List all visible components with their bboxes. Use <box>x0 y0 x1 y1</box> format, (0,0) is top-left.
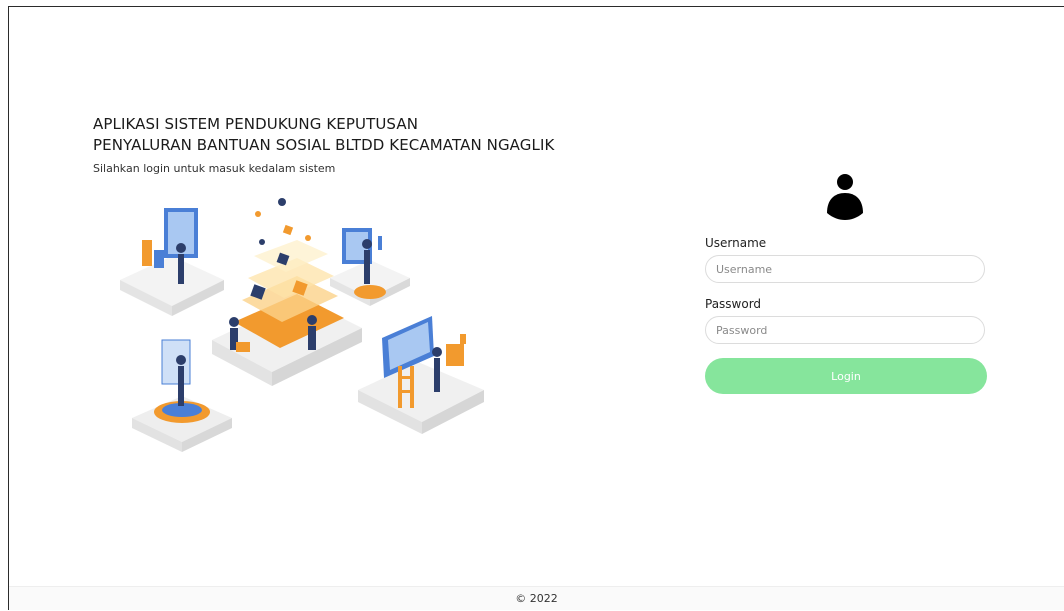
copyright-text: © 2022 <box>515 592 558 605</box>
platform-left <box>120 208 224 316</box>
password-group: Password <box>705 297 987 344</box>
login-form: Username Password Login <box>705 236 987 394</box>
page-title-line1: APLIKASI SISTEM PENDUKUNG KEPUTUSAN <box>93 115 419 133</box>
user-avatar-icon <box>816 166 874 224</box>
platform-right <box>358 316 484 434</box>
footer: © 2022 <box>9 586 1064 610</box>
page-title: APLIKASI SISTEM PENDUKUNG KEPUTUSAN PENY… <box>93 114 554 156</box>
platform-bottom-left <box>132 339 232 452</box>
page-subtitle: Silahkan login untuk masuk kedalam siste… <box>93 162 336 175</box>
user-silhouette-icon <box>817 167 873 223</box>
password-input[interactable] <box>705 316 985 344</box>
login-button[interactable]: Login <box>705 358 987 394</box>
page-title-line2: PENYALURAN BANTUAN SOSIAL BLTDD KECAMATA… <box>93 136 555 154</box>
central-stack <box>212 198 362 386</box>
platform-top-right <box>330 228 410 306</box>
username-input[interactable] <box>705 255 985 283</box>
isometric-illustration <box>120 198 484 452</box>
username-label: Username <box>705 236 767 250</box>
username-group: Username <box>705 236 987 283</box>
password-label: Password <box>705 297 762 311</box>
